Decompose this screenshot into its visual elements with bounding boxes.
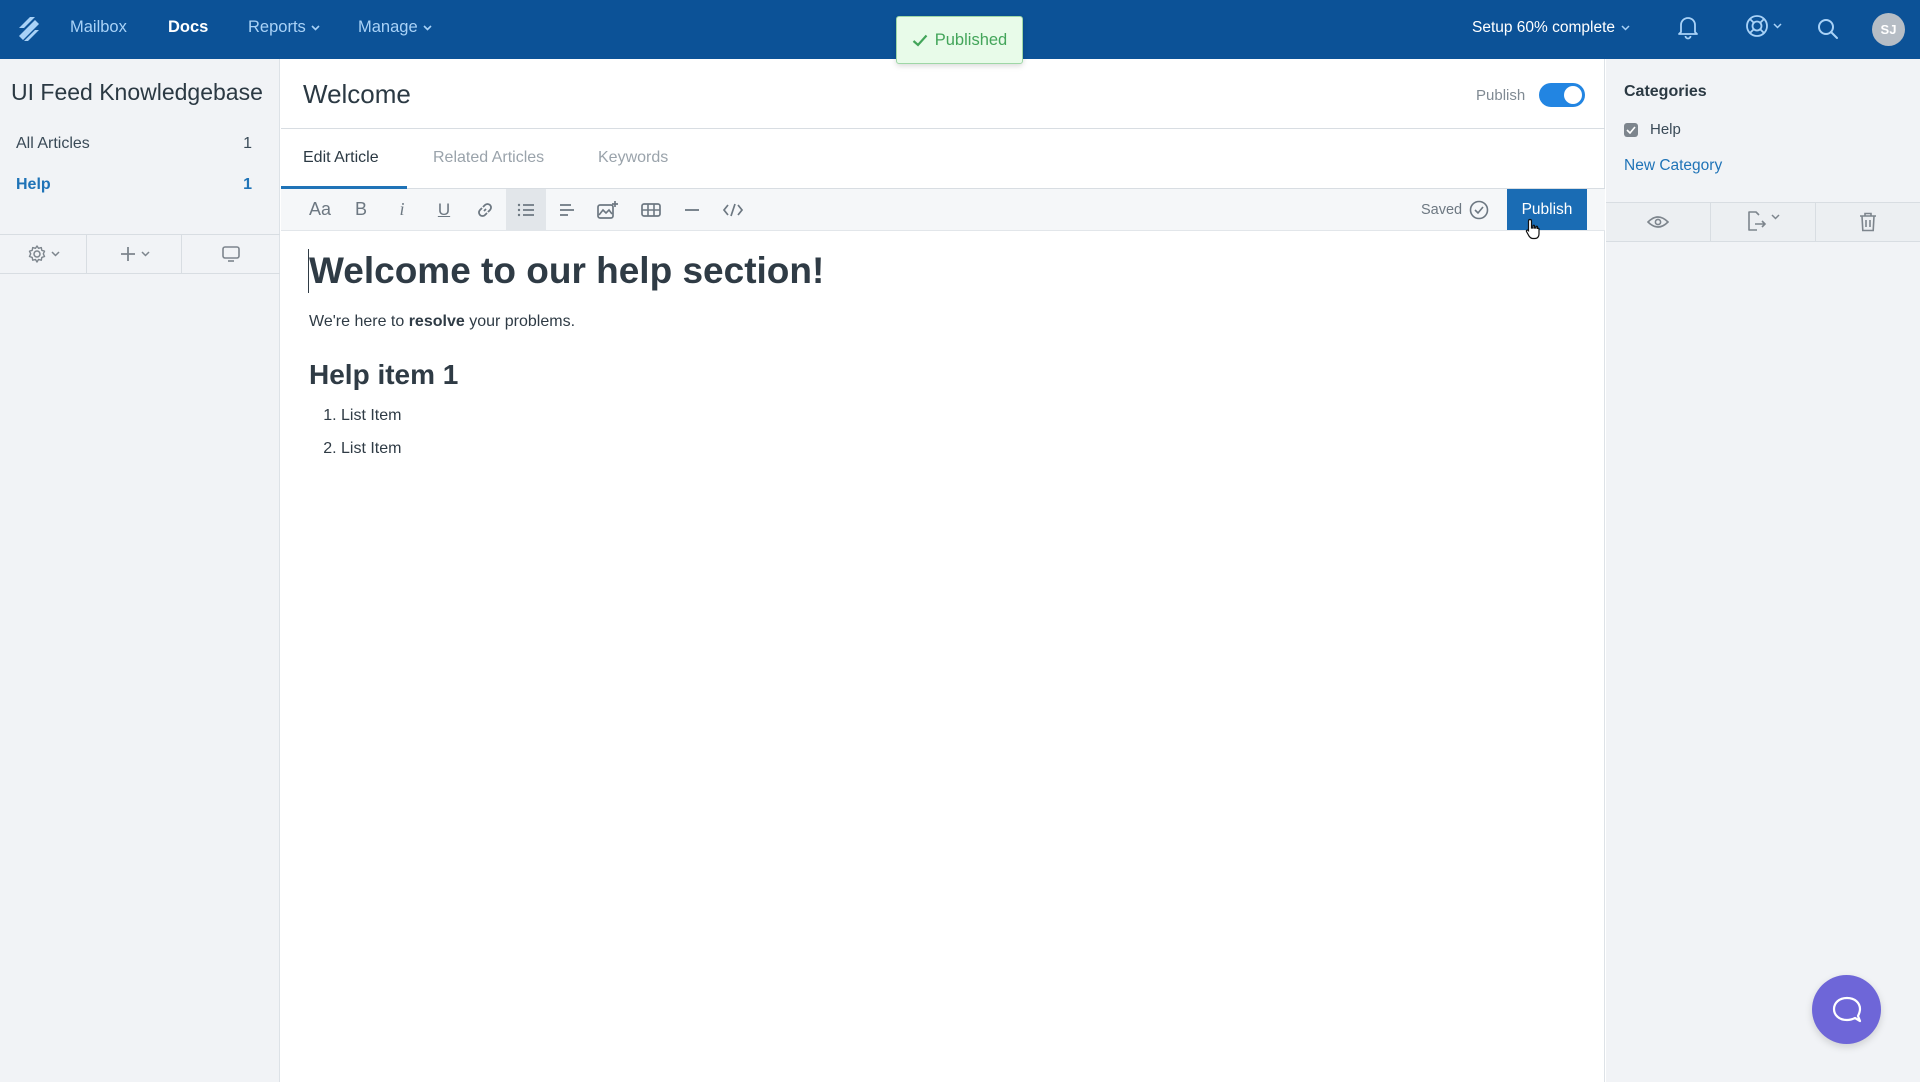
check-icon <box>912 34 928 47</box>
article-title[interactable]: Welcome <box>303 79 411 110</box>
published-toast: Published <box>896 16 1023 64</box>
right-panel: Categories Help New Category <box>1606 59 1920 1082</box>
chevron-down-icon <box>311 24 320 31</box>
chat-bubble-icon <box>1832 996 1861 1022</box>
setup-progress-dropdown[interactable]: Setup 60% complete <box>1472 19 1630 37</box>
left-sidebar: UI Feed Knowledgebase All Articles 1 Hel… <box>0 59 280 1082</box>
chevron-down-icon <box>50 251 60 257</box>
help-menu-button[interactable] <box>1745 14 1782 38</box>
underline-button[interactable]: U <box>424 189 464 230</box>
list-button[interactable] <box>506 189 546 230</box>
nav-reports[interactable]: Reports <box>248 18 320 37</box>
knowledgebase-title: UI Feed Knowledgebase <box>11 79 263 105</box>
divider <box>281 128 1605 129</box>
export-dropdown-button[interactable] <box>1711 203 1816 241</box>
content-subheading: Help item 1 <box>309 359 459 391</box>
saved-status: Saved <box>1421 200 1489 220</box>
article-actions-toolbar <box>1606 202 1920 242</box>
tab-edit-article[interactable]: Edit Article <box>303 149 379 167</box>
add-dropdown-button[interactable] <box>87 235 182 273</box>
bell-icon <box>1678 17 1698 40</box>
chevron-down-icon <box>1621 25 1630 31</box>
check-icon <box>1626 125 1636 134</box>
insert-image-button[interactable] <box>588 189 628 230</box>
delete-button[interactable] <box>1816 203 1920 241</box>
insert-image-icon <box>597 200 618 219</box>
italic-button[interactable]: i <box>382 189 422 230</box>
nav-manage[interactable]: Manage <box>358 18 432 37</box>
code-button[interactable] <box>713 189 753 230</box>
chevron-down-icon <box>423 24 432 31</box>
view-site-button[interactable] <box>182 235 280 273</box>
search-button[interactable] <box>1816 17 1840 41</box>
publish-button[interactable]: Publish <box>1507 189 1587 230</box>
publish-toggle[interactable] <box>1539 83 1585 107</box>
toggle-knob <box>1564 86 1582 104</box>
sidebar-toolbar <box>0 234 280 274</box>
link-button[interactable] <box>465 189 505 230</box>
nav-docs[interactable]: Docs <box>168 18 208 37</box>
article-editor-panel: Welcome Publish Edit Article Related Art… <box>281 59 1605 1082</box>
check-circle-icon <box>1469 200 1489 220</box>
list-item: List Item <box>341 407 1579 425</box>
mouse-pointer-hand-icon <box>1525 218 1540 240</box>
tab-related-articles[interactable]: Related Articles <box>433 149 544 167</box>
gear-icon <box>28 245 45 263</box>
search-icon <box>1818 19 1838 39</box>
content-heading: Welcome to our help section! <box>308 249 1579 294</box>
chat-beacon-button[interactable] <box>1812 975 1881 1044</box>
table-button[interactable] <box>631 189 671 230</box>
content-list: List Item List Item <box>309 407 1579 458</box>
horizontal-rule-icon <box>685 208 699 211</box>
align-left-icon <box>560 203 574 216</box>
new-category-link[interactable]: New Category <box>1624 157 1722 175</box>
eye-icon <box>1647 216 1669 228</box>
sidebar-item-all-articles[interactable]: All Articles 1 <box>16 135 252 153</box>
underline-icon: U <box>437 199 451 219</box>
editor-toolbar: Aa B i U Saved Publish <box>281 189 1605 231</box>
article-content-editor[interactable]: Welcome to our help section! We're here … <box>308 249 1579 473</box>
nav-mailbox[interactable]: Mailbox <box>70 18 127 37</box>
category-checkbox[interactable] <box>1624 122 1638 137</box>
help-lifebuoy-icon <box>1746 15 1768 37</box>
chevron-down-icon <box>140 251 150 257</box>
chevron-down-icon <box>1773 23 1782 29</box>
table-icon <box>641 202 661 217</box>
italic-icon: i <box>399 199 405 219</box>
tab-keywords[interactable]: Keywords <box>598 149 668 167</box>
monitor-icon <box>222 246 240 262</box>
font-size-button[interactable]: Aa <box>300 189 340 230</box>
chevron-down-icon <box>1771 214 1780 220</box>
content-paragraph: We're here to resolve your problems. <box>309 313 576 331</box>
article-count: 1 <box>243 135 252 152</box>
helpscout-logo-icon[interactable] <box>16 14 42 44</box>
align-button[interactable] <box>547 189 587 230</box>
sidebar-item-help[interactable]: Help 1 <box>16 176 252 194</box>
publish-toggle-label: Publish <box>1476 87 1526 104</box>
bold-icon: B <box>354 199 367 219</box>
code-icon <box>723 203 743 216</box>
plus-icon <box>120 247 135 261</box>
categories-heading: Categories <box>1624 83 1707 100</box>
list-icon <box>517 203 534 216</box>
trash-icon <box>1860 212 1876 232</box>
horizontal-rule-button[interactable] <box>672 189 712 230</box>
bold-button[interactable]: B <box>341 189 381 230</box>
category-help[interactable]: Help <box>1624 121 1681 138</box>
list-item: List Item <box>341 440 1579 458</box>
notifications-button[interactable] <box>1676 14 1700 40</box>
article-count: 1 <box>243 176 252 193</box>
preview-button[interactable] <box>1606 203 1711 241</box>
user-avatar[interactable]: SJ <box>1872 13 1905 46</box>
font-size-icon: Aa <box>308 199 332 219</box>
export-icon <box>1748 211 1767 231</box>
settings-dropdown-button[interactable] <box>0 235 87 273</box>
link-icon <box>478 202 492 217</box>
